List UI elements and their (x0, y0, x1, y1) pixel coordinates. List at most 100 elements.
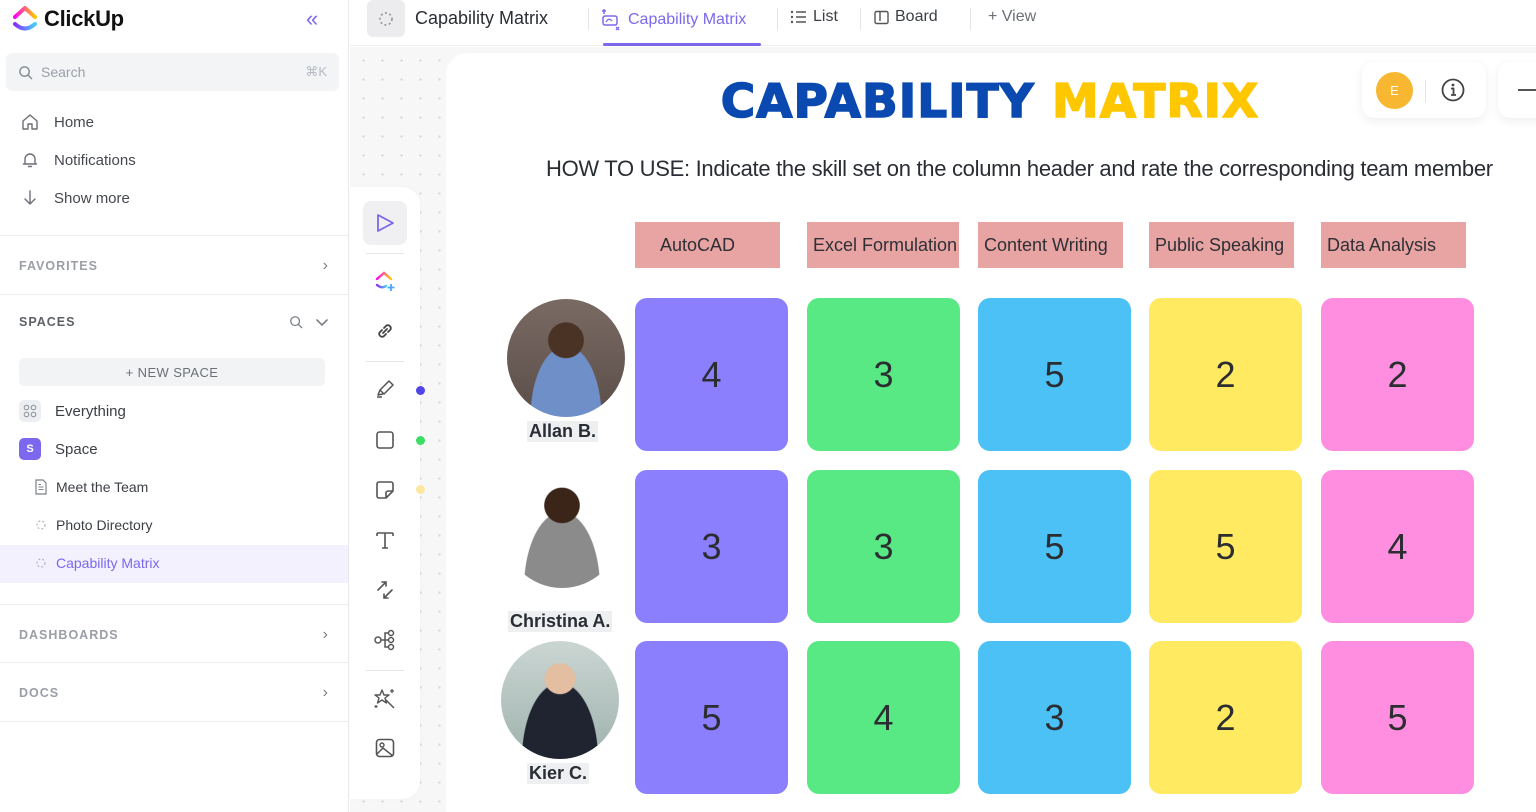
tab-list[interactable]: List (790, 8, 838, 26)
skill-column-header[interactable]: Content Writing (978, 222, 1123, 268)
divider (0, 604, 349, 605)
rating-sticky-note[interactable]: 4 (1321, 470, 1474, 623)
link-tool[interactable] (363, 309, 407, 353)
member-photo[interactable] (507, 299, 625, 417)
everything-item[interactable]: Everything (19, 400, 126, 422)
chevron-right-icon[interactable]: › (323, 684, 329, 702)
board-title[interactable]: CAPABILITY MATRIX (720, 73, 1260, 129)
list-item-photo-directory[interactable]: Photo Directory (34, 517, 152, 533)
skill-column-header[interactable]: Public Speaking (1149, 222, 1294, 268)
whiteboard-location-icon[interactable] (367, 0, 405, 37)
section-label: DOCS (19, 686, 60, 700)
rating-sticky-note[interactable]: 3 (807, 298, 960, 451)
rating-sticky-note[interactable]: 5 (978, 470, 1131, 623)
rating-sticky-note[interactable]: 4 (807, 641, 960, 794)
item-label: Capability Matrix (56, 555, 160, 571)
doc-icon (35, 479, 47, 495)
favorites-section[interactable]: FAVORITES › (19, 257, 329, 275)
nav-label: Notifications (54, 151, 136, 169)
chevron-right-icon[interactable]: › (323, 626, 329, 644)
board-icon (874, 10, 889, 24)
collaborators-panel: E (1362, 62, 1486, 118)
item-label: Meet the Team (56, 479, 149, 495)
nav-notifications[interactable]: Notifications (20, 150, 136, 170)
spaces-section[interactable]: SPACES (19, 315, 329, 329)
nav-home[interactable]: Home (20, 112, 94, 132)
divider (970, 8, 971, 30)
skill-column-header[interactable]: AutoCAD (635, 222, 780, 268)
collapse-sidebar-icon[interactable]: « (306, 6, 318, 32)
section-label: FAVORITES (19, 259, 98, 273)
select-tool[interactable] (363, 201, 407, 245)
list-item-capability-matrix[interactable]: Capability Matrix (34, 555, 159, 571)
connector-arrows-icon (377, 581, 393, 599)
member-name[interactable]: Kier C. (527, 763, 590, 784)
member-name[interactable]: Christina A. (508, 611, 613, 632)
home-icon (20, 112, 40, 132)
tab-label: + View (988, 8, 1037, 25)
member-name[interactable]: Allan B. (527, 421, 599, 442)
divider (860, 8, 861, 30)
dashboards-section[interactable]: DASHBOARDS › (19, 626, 329, 644)
square-icon (376, 431, 394, 449)
bell-icon (20, 150, 40, 170)
user-avatar[interactable]: E (1376, 72, 1413, 109)
clickup-ai-tool[interactable] (363, 259, 407, 303)
rating-sticky-note[interactable]: 5 (1149, 470, 1302, 623)
search-spaces-icon[interactable] (289, 315, 303, 329)
app: ClickUp « Search ⌘K Home Notifications S… (0, 0, 1536, 812)
whiteboard-tab-icon (602, 9, 620, 31)
sticky-note-tool[interactable] (363, 468, 407, 512)
sidebar: ClickUp « Search ⌘K Home Notifications S… (0, 0, 349, 812)
search-shortcut: ⌘K (305, 64, 327, 79)
rating-sticky-note[interactable]: 2 (1321, 298, 1474, 451)
grid-icon (19, 400, 41, 422)
instructions-text[interactable]: HOW TO USE: Indicate the skill set on th… (546, 152, 1526, 186)
rating-sticky-note[interactable]: 3 (635, 470, 788, 623)
docs-section[interactable]: DOCS › (19, 684, 329, 702)
connector-tool[interactable] (363, 568, 407, 612)
new-space-button[interactable]: + NEW SPACE (19, 358, 325, 386)
search-placeholder: Search (41, 64, 86, 80)
title-part-2: MATRIX (1051, 73, 1260, 129)
chevron-right-icon[interactable]: › (323, 257, 329, 275)
nav-show-more[interactable]: Show more (20, 188, 130, 208)
shape-tool[interactable] (363, 418, 407, 462)
member-photo[interactable] (501, 641, 619, 759)
everything-label: Everything (55, 402, 126, 420)
image-tool[interactable] (363, 726, 407, 770)
info-icon[interactable] (1440, 77, 1466, 103)
whiteboard-icon (36, 520, 46, 530)
add-view-button[interactable]: + View (988, 8, 1036, 26)
member-photo[interactable] (503, 470, 621, 588)
clickup-logo[interactable]: ClickUp (12, 4, 124, 34)
tab-board[interactable]: Board (874, 8, 938, 26)
rating-sticky-note[interactable]: 2 (1149, 641, 1302, 794)
skill-column-header[interactable]: Excel Formulation (807, 222, 959, 268)
pen-tool[interactable] (363, 367, 407, 411)
rating-sticky-note[interactable]: 4 (635, 298, 788, 451)
chevron-down-icon[interactable] (315, 315, 329, 329)
pen-color-dot[interactable] (416, 386, 425, 395)
rating-sticky-note[interactable]: 3 (978, 641, 1131, 794)
sticky-color-dot[interactable] (416, 485, 425, 494)
search-input[interactable]: Search ⌘K (6, 53, 339, 91)
list-item-meet-the-team[interactable]: Meet the Team (34, 479, 148, 495)
zoom-out-icon[interactable] (1518, 89, 1536, 91)
arrow-down-icon (20, 188, 40, 208)
space-item[interactable]: S Space (19, 438, 98, 460)
rating-sticky-note[interactable]: 5 (635, 641, 788, 794)
shape-color-dot[interactable] (416, 436, 425, 445)
sticky-note-icon (376, 481, 394, 499)
tab-label: Board (895, 8, 938, 25)
rating-sticky-note[interactable]: 3 (807, 470, 960, 623)
text-tool[interactable] (363, 518, 407, 562)
skill-column-header[interactable]: Data Analysis (1321, 222, 1466, 268)
rating-sticky-note[interactable]: 5 (978, 298, 1131, 451)
zoom-panel (1498, 62, 1536, 118)
ai-magic-tool[interactable] (363, 676, 407, 720)
rating-sticky-note[interactable]: 2 (1149, 298, 1302, 451)
tab-capability-matrix[interactable]: Capability Matrix (600, 8, 746, 32)
mind-map-tool[interactable] (363, 618, 407, 662)
rating-sticky-note[interactable]: 5 (1321, 641, 1474, 794)
